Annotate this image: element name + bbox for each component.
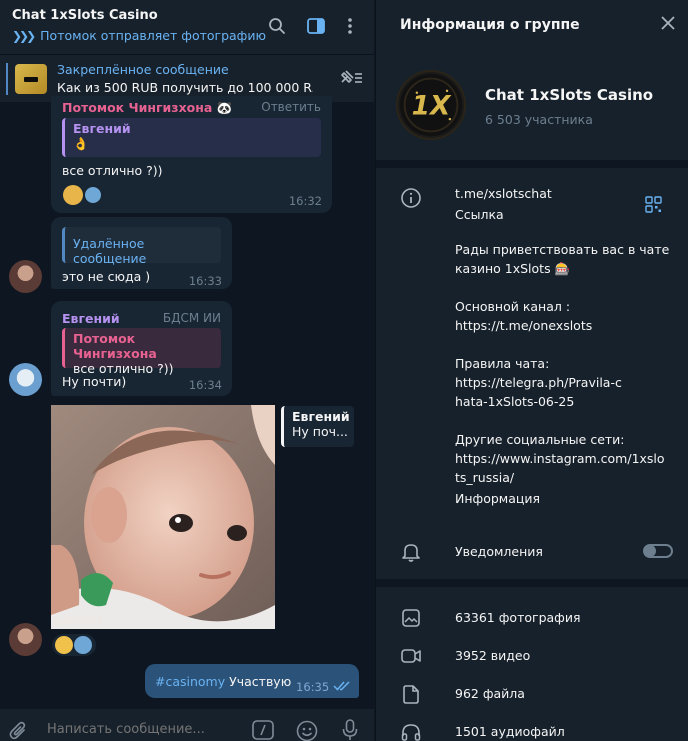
sidebar-toggle-icon[interactable] — [304, 14, 328, 38]
bot-commands-icon[interactable] — [252, 720, 274, 741]
microphone-icon[interactable] — [342, 719, 358, 741]
message-time: 16:33 — [188, 274, 222, 288]
pinned-title: Закреплённое сообщение — [57, 62, 229, 77]
message-text: все отлично ?)) — [62, 163, 163, 178]
photo-reactions[interactable] — [52, 634, 96, 656]
photos-count[interactable]: 63361 фотография — [455, 610, 581, 625]
rules-link[interactable]: https://telegra.ph/Pravila-chata-1xSlots… — [455, 373, 623, 411]
group-link[interactable]: t.me/xslotschat — [455, 184, 675, 203]
photo-icon — [400, 607, 422, 629]
chat-status: ❯❯❯ Потомок отправляет фотографию — [12, 28, 266, 43]
group-info-panel: Информация о группе 1X Chat 1xSlots Casi… — [375, 0, 688, 741]
description-greeting: Рады приветствовать вас в чате казино 1x… — [455, 242, 670, 276]
info-panel-title: Информация о группе — [400, 17, 580, 33]
file-icon — [400, 683, 422, 705]
rules-label: Правила чата: — [455, 356, 550, 371]
social-label: Другие социальные сети: — [455, 432, 625, 447]
reply-text: 👌 — [73, 136, 89, 151]
message-photo[interactable]: @ARCO21 — [51, 405, 275, 629]
headphones-icon — [400, 721, 422, 741]
hashtag-link[interactable]: #casinomy — [155, 674, 225, 689]
info-icon — [400, 187, 422, 209]
qr-code-icon[interactable] — [645, 196, 662, 217]
message-bubble[interactable]: Евгений БДСМ ИИ Потомок Чингизхона все о… — [51, 301, 232, 396]
outgoing-message-bubble[interactable]: #casinomy Участвую 16:35 — [145, 664, 359, 698]
audio-count[interactable]: 1501 аудиофайл — [455, 724, 565, 739]
videos-count[interactable]: 3952 видео — [455, 648, 530, 663]
section-divider — [376, 579, 688, 587]
group-avatar[interactable]: 1X — [396, 70, 466, 140]
social-link[interactable]: https://www.instagram.com/1xslots_russia… — [455, 449, 667, 487]
reply-quote[interactable]: Потомок Чингизхона все отлично ?)) — [62, 328, 221, 376]
svg-text:1X: 1X — [412, 90, 452, 121]
message-text: это не сюда ) — [62, 269, 151, 284]
reply-action[interactable]: Ответить — [261, 100, 321, 114]
reply-name: Потомок Чингизхона — [73, 331, 157, 361]
chat-pane: Chat 1xSlots Casino ❯❯❯ Потомок отправля… — [0, 0, 374, 741]
main-channel-link[interactable]: https://t.me/onexslots — [455, 316, 675, 335]
more-menu-icon[interactable] — [338, 14, 362, 38]
attach-icon[interactable] — [9, 721, 29, 741]
reaction-grin-icon[interactable] — [55, 636, 73, 654]
photo-reply-quote[interactable]: Евгений Ну поч... — [281, 406, 354, 447]
pinned-text: Как из 500 RUB получить до 100 000 R... — [57, 80, 313, 95]
deleted-message-text: Удалённое сообщение — [73, 236, 147, 266]
emoji-icon[interactable] — [296, 720, 318, 741]
notifications-label: Уведомления — [455, 544, 543, 559]
group-link-caption: Ссылка — [455, 207, 504, 222]
reply-text: Ну поч... — [292, 424, 348, 439]
reactor-avatar — [83, 185, 103, 205]
reply-quote[interactable]: Евгений 👌 — [62, 118, 321, 157]
message-input[interactable] — [47, 722, 237, 737]
user-avatar[interactable] — [9, 363, 42, 396]
reply-quote: Удалённое сообщение — [62, 227, 221, 266]
pinned-message-bar[interactable]: Закреплённое сообщение Как из 500 RUB по… — [0, 54, 374, 102]
member-tag: БДСМ ИИ — [162, 311, 221, 325]
typing-arrows-icon: ❯❯❯ — [12, 29, 36, 43]
video-icon — [400, 645, 422, 667]
notifications-toggle[interactable] — [643, 544, 673, 558]
close-icon[interactable] — [660, 15, 676, 35]
search-icon[interactable] — [265, 14, 289, 38]
message-time: 16:34 — [188, 378, 222, 392]
message-time: 16:35 — [296, 680, 330, 694]
message-time: 16:32 — [288, 194, 322, 208]
message-sender[interactable]: Евгений — [62, 311, 120, 326]
description-caption: Информация — [455, 491, 541, 506]
pinned-thumbnail — [15, 64, 47, 94]
panda-emoji-icon: 🐼 — [216, 100, 233, 115]
chat-status-text: Потомок отправляет фотографию — [40, 28, 267, 43]
reply-name: Евгений — [292, 409, 350, 424]
group-name: Chat 1xSlots Casino — [485, 86, 654, 104]
user-avatar[interactable] — [9, 260, 42, 293]
reactor-avatar — [74, 636, 92, 654]
message-bubble[interactable]: Удалённое сообщение это не сюда ) 16:33 — [51, 217, 232, 289]
reply-name: Евгений — [73, 121, 131, 136]
section-divider — [376, 160, 688, 168]
message-text: Ну почти) — [62, 374, 127, 389]
chat-header: Chat 1xSlots Casino ❯❯❯ Потомок отправля… — [0, 0, 374, 54]
files-count[interactable]: 962 файла — [455, 686, 525, 701]
message-bubble[interactable]: Потомок Чингизхона 🐼 Ответить Евгений 👌 … — [51, 96, 332, 213]
group-member-count[interactable]: 6 503 участника — [485, 112, 593, 127]
message-sender[interactable]: Потомок Чингизхона 🐼 — [62, 100, 232, 116]
pinned-indicator — [6, 63, 8, 95]
message-composer — [0, 709, 374, 741]
photo-watermark: @ARCO21 — [53, 616, 104, 627]
main-channel-label: Основной канал : — [455, 299, 571, 314]
pin-list-icon[interactable] — [338, 67, 364, 91]
reaction-confused-icon[interactable] — [63, 185, 83, 205]
chat-title[interactable]: Chat 1xSlots Casino — [12, 8, 158, 23]
read-checkmarks-icon — [333, 680, 351, 695]
message-text: #casinomy Участвую — [155, 674, 292, 689]
bell-icon — [400, 541, 422, 563]
user-avatar[interactable] — [9, 623, 42, 656]
